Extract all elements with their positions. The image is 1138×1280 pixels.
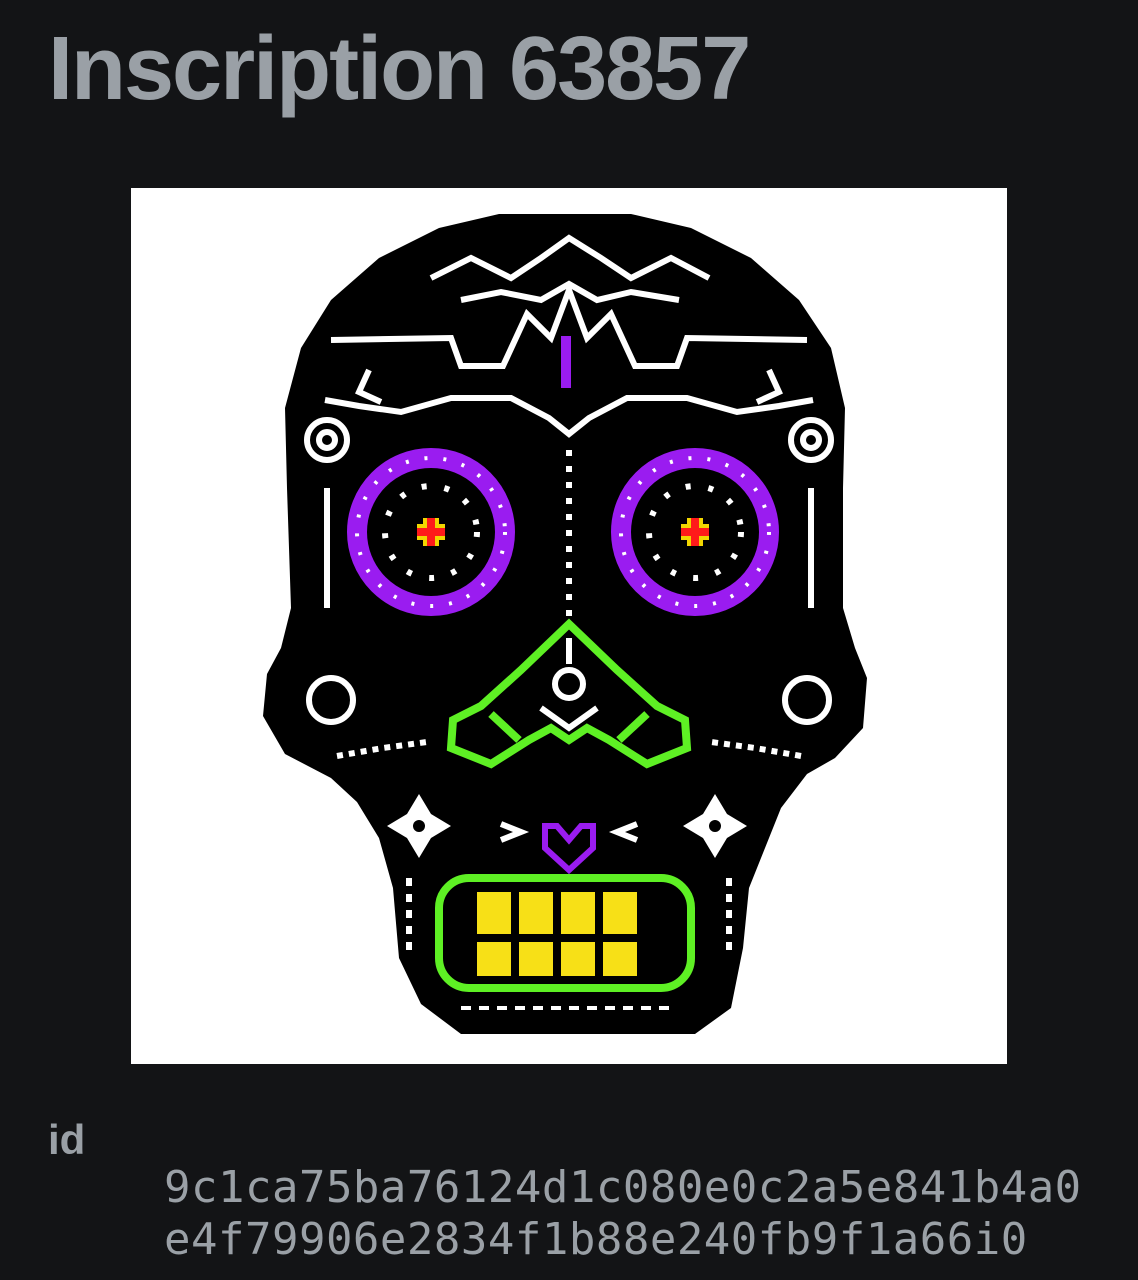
inscription-id[interactable]: 9c1ca75ba76124d1c080e0c2a5e841b4a0e4f799… bbox=[164, 1162, 1104, 1266]
inscription-page: Inscription 63857 id 9c1ca75ba76124d1c08… bbox=[0, 0, 1138, 1280]
sugar-skull-artwork bbox=[131, 188, 1007, 1064]
inscription-image[interactable] bbox=[131, 188, 1007, 1064]
id-label: id bbox=[48, 1116, 86, 1163]
page-title: Inscription 63857 bbox=[48, 19, 751, 119]
forehead-gem bbox=[561, 336, 571, 388]
